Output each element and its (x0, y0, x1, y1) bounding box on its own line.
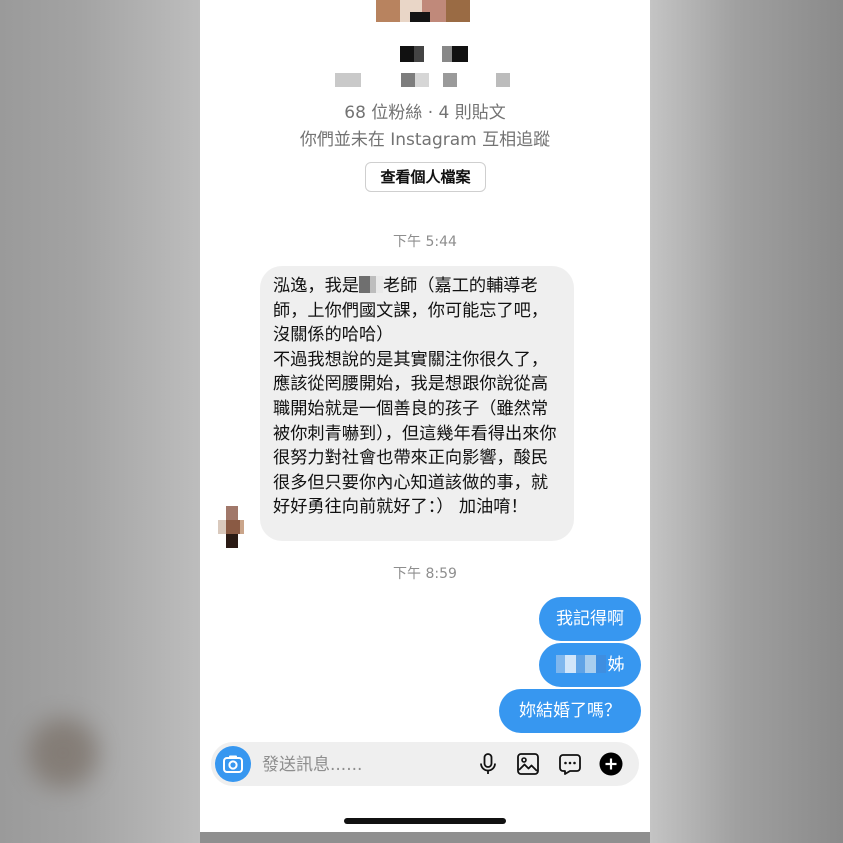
add-button[interactable] (599, 752, 623, 776)
censored-display-name (335, 73, 515, 89)
plus-icon (599, 752, 623, 776)
censored-name (358, 276, 383, 293)
message-composer (211, 742, 639, 786)
gallery-button[interactable] (516, 752, 540, 776)
sticker-icon (559, 754, 581, 775)
camera-icon (223, 755, 243, 773)
message-timestamp: 下午 8:59 (393, 566, 457, 582)
censored-name (555, 655, 606, 673)
home-indicator (344, 818, 506, 824)
message-text-part: 泓逸，我是 (273, 276, 359, 296)
message-paragraph-2: 不過我想說的是其實關注你很久了，應該從罔腰開始，我是想跟你說從高職開始就是一個善… (273, 349, 557, 518)
blurred-background-right (650, 0, 843, 843)
phone-screen: 68 位粉絲 · 4 則貼文 你們並未在 Instagram 互相追蹤 查看個人… (200, 0, 650, 832)
message-text-part: 姊 (607, 655, 625, 675)
blurred-background-left (0, 0, 200, 843)
microphone-icon (480, 753, 496, 774)
sticker-button[interactable] (558, 752, 582, 776)
blurred-background-object (28, 718, 98, 788)
censored-username (400, 46, 468, 62)
microphone-button[interactable] (476, 752, 500, 776)
image-icon (517, 753, 539, 775)
outgoing-message-bubble: 妳結婚了嗎？ (499, 689, 641, 733)
incoming-message-bubble: 泓逸，我是 老師（嘉工的輔導老師，上你們國文課，你可能忘了吧，沒關係的哈哈） 不過… (260, 266, 574, 541)
outgoing-message-bubble: 姊 (539, 643, 641, 687)
sender-avatar[interactable] (218, 506, 244, 548)
outgoing-message-bubble: 我記得啊 (539, 597, 641, 641)
message-paragraph-1: 泓逸，我是 老師（嘉工的輔導老師，上你們國文課，你可能忘了吧，沒關係的哈哈） (273, 274, 562, 348)
message-input[interactable] (260, 749, 464, 781)
view-profile-button[interactable]: 查看個人檔案 (365, 162, 486, 192)
follower-post-count: 68 位粉絲 · 4 則貼文 (344, 103, 506, 123)
censored-profile-avatar (376, 0, 470, 22)
message-timestamp: 下午 5:44 (393, 234, 457, 250)
camera-button[interactable] (215, 746, 251, 782)
follow-status-text: 你們並未在 Instagram 互相追蹤 (299, 130, 551, 150)
